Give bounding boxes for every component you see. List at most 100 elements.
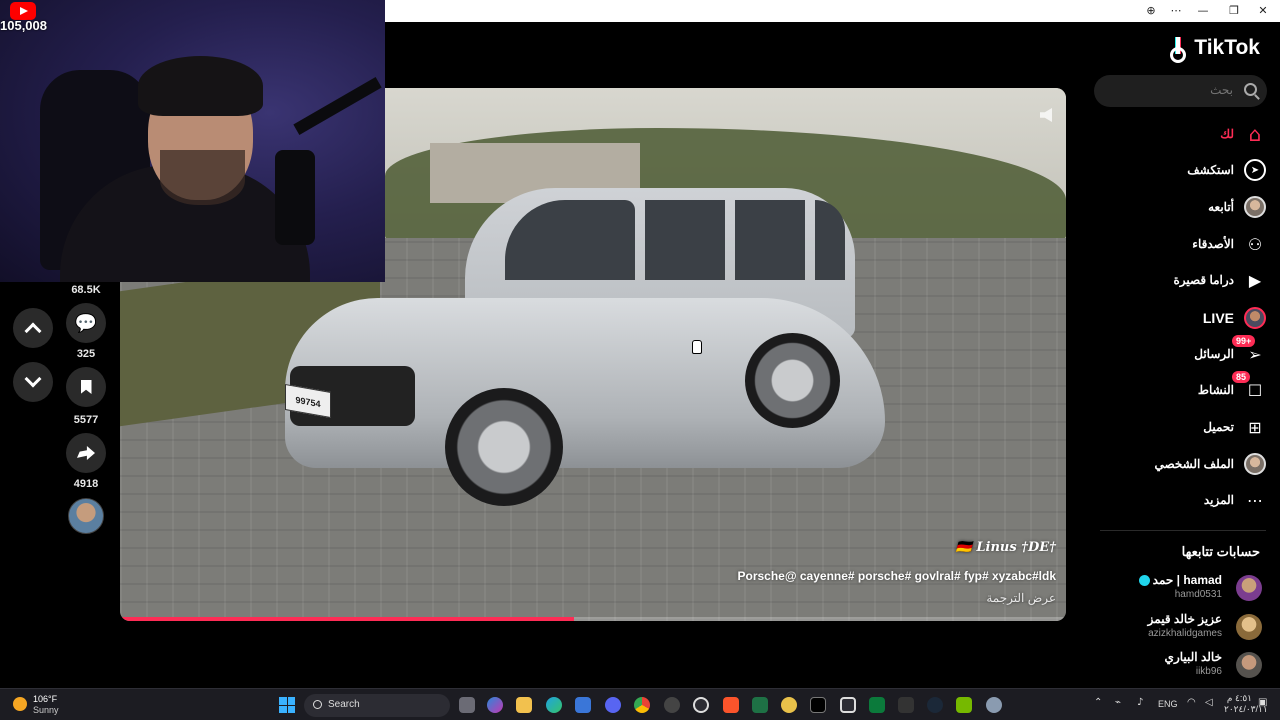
- sidebar-item-label: النشاط: [1197, 383, 1234, 397]
- search-box[interactable]: [1094, 75, 1267, 107]
- minimize-button[interactable]: —: [1195, 3, 1211, 19]
- chevron-up-icon[interactable]: ⌃: [1094, 697, 1102, 708]
- store-icon[interactable]: [575, 697, 591, 713]
- save-button[interactable]: [66, 367, 106, 407]
- nvidia-icon[interactable]: [956, 697, 972, 713]
- close-button[interactable]: ✕: [1255, 3, 1271, 19]
- next-video-button[interactable]: [13, 362, 53, 402]
- search-icon[interactable]: [1244, 83, 1257, 96]
- sidebar-item-upload[interactable]: تحميل ⊞: [1100, 412, 1266, 442]
- followed-account[interactable]: خالد البياري iikb96: [1100, 650, 1262, 682]
- search-input[interactable]: [1113, 83, 1233, 97]
- bookmark-icon: [80, 380, 92, 394]
- account-handle: iikb96: [1195, 666, 1222, 677]
- app-icon[interactable]: [840, 697, 856, 713]
- account-avatar: [1236, 614, 1262, 640]
- app-icon[interactable]: [693, 697, 709, 713]
- window-titlebar: ⊕ ⋯ — ❐ ✕: [385, 0, 1280, 22]
- followed-account[interactable]: حمد | hamad hamd0531: [1100, 573, 1262, 605]
- sidebar-item-label: استكشف: [1187, 163, 1234, 177]
- friends-icon: ⚇: [1247, 234, 1263, 254]
- home-icon: ⌂: [1248, 122, 1262, 146]
- windows-taskbar: 106°F Sunny Search ⌃ ⌁ ♪ ENG ◠ ◁ ٤:٥١ م …: [0, 688, 1280, 720]
- account-name: عزيز خالد قيمز: [1147, 612, 1222, 626]
- settings-icon[interactable]: [986, 697, 1002, 713]
- car-windshield: [505, 200, 635, 280]
- messages-icon: ➢ 99+: [1232, 335, 1266, 365]
- car-window: [815, 200, 845, 280]
- windows-logo-pane: [287, 705, 295, 713]
- sidebar-item-profile[interactable]: الملف الشخصي: [1100, 449, 1266, 479]
- video-progress-bar[interactable]: [120, 617, 1066, 621]
- app-icon[interactable]: [898, 697, 914, 713]
- excel-icon[interactable]: [752, 697, 768, 713]
- sidebar-item-friends[interactable]: الأصدقاء ⚇: [1100, 229, 1266, 259]
- following-accounts-title: حسابات تتابعها: [1181, 544, 1260, 559]
- tiktok-logo[interactable]: TikTok: [1170, 36, 1260, 63]
- taskbar-search[interactable]: Search: [304, 694, 450, 717]
- brave-icon[interactable]: [723, 697, 739, 713]
- volume-icon[interactable]: ◁: [1205, 697, 1213, 708]
- sidebar-item-following[interactable]: أتابعه: [1100, 192, 1266, 222]
- sidebar-item-for-you[interactable]: لك ⌂: [1100, 119, 1266, 149]
- tiktok-app-icon[interactable]: [810, 697, 826, 713]
- share-button[interactable]: [66, 433, 106, 473]
- more-options-icon[interactable]: ⋯: [1168, 3, 1184, 19]
- compass-icon: ➤: [1244, 159, 1266, 181]
- see-translation-link[interactable]: عرض الترجمة: [986, 591, 1056, 605]
- comment-icon: 💬: [74, 312, 98, 334]
- account-avatar: [1236, 575, 1262, 601]
- viewer-count: 105,008: [0, 18, 47, 33]
- account-name: حمد | hamad: [1138, 573, 1222, 587]
- network-icon[interactable]: ⌁: [1115, 697, 1121, 708]
- upload-icon: ⊞: [1248, 417, 1262, 437]
- sidebar-item-label: أتابعه: [1208, 200, 1234, 214]
- sidebar-item-explore[interactable]: استكشف ➤: [1100, 155, 1266, 185]
- chevron-down-icon: [24, 370, 42, 388]
- account-name-text: حمد | hamad: [1152, 573, 1222, 587]
- task-view-icon[interactable]: [459, 697, 475, 713]
- start-button[interactable]: [279, 697, 295, 713]
- weather-temperature[interactable]: 106°F: [33, 694, 57, 704]
- sidebar-item-short-drama[interactable]: دراما قصيرة ▶: [1100, 265, 1266, 295]
- sidebar-item-label: الملف الشخصي: [1154, 457, 1234, 471]
- sidebar-item-more[interactable]: المزيد ⋯: [1100, 485, 1266, 515]
- weather-condition[interactable]: Sunny: [33, 705, 59, 715]
- sidebar-item-live[interactable]: LIVE: [1100, 303, 1266, 333]
- tiktok-logo-text: TikTok: [1194, 36, 1260, 59]
- notification-icon[interactable]: ▣: [1258, 697, 1267, 708]
- discord-icon[interactable]: [605, 697, 621, 713]
- obs-icon[interactable]: [664, 697, 680, 713]
- share-count: 4918: [73, 478, 99, 490]
- video-author[interactable]: 🇩🇪 Linus †DE†: [956, 540, 1056, 555]
- app-icon[interactable]: [869, 697, 885, 713]
- previous-video-button[interactable]: [13, 308, 53, 348]
- chrome-icon[interactable]: [634, 697, 650, 713]
- zoom-icon[interactable]: ⊕: [1143, 3, 1159, 19]
- edge-icon[interactable]: [546, 697, 562, 713]
- webcam-overlay: 105,008: [0, 0, 385, 282]
- sidebar-item-activity[interactable]: النشاط ☐ 85: [1100, 371, 1266, 405]
- creator-avatar[interactable]: [68, 498, 104, 534]
- system-clock[interactable]: ٤:٥١ م ٢٠٢٤/٠٣/١١: [1224, 693, 1268, 715]
- sidebar-item-messages[interactable]: الرسائل ➢ 99+: [1100, 335, 1266, 369]
- sidebar-item-label: الرسائل: [1194, 347, 1234, 361]
- sidebar-item-label: المزيد: [1203, 493, 1234, 507]
- video-actions: 68.5K 💬 325 5577 4918: [0, 282, 120, 542]
- language-indicator[interactable]: ENG: [1158, 699, 1178, 709]
- followed-account[interactable]: عزيز خالد قيمز azizkhalidgames: [1100, 612, 1262, 644]
- emoji-app-icon[interactable]: [781, 697, 797, 713]
- profile-avatar-icon: [1244, 453, 1266, 475]
- copilot-icon[interactable]: [487, 697, 503, 713]
- microphone-icon[interactable]: ♪: [1137, 697, 1143, 708]
- webcam-microphone: [275, 150, 315, 245]
- drama-icon: ▶: [1248, 270, 1262, 290]
- file-explorer-icon[interactable]: [516, 697, 532, 713]
- comment-button[interactable]: 💬: [66, 303, 106, 343]
- mouse-cursor: [692, 340, 702, 354]
- steam-icon[interactable]: [927, 697, 943, 713]
- maximize-button[interactable]: ❐: [1226, 3, 1242, 19]
- wifi-icon[interactable]: ◠: [1187, 697, 1196, 708]
- account-name: خالد البياري: [1164, 650, 1222, 664]
- sun-icon[interactable]: [13, 697, 27, 711]
